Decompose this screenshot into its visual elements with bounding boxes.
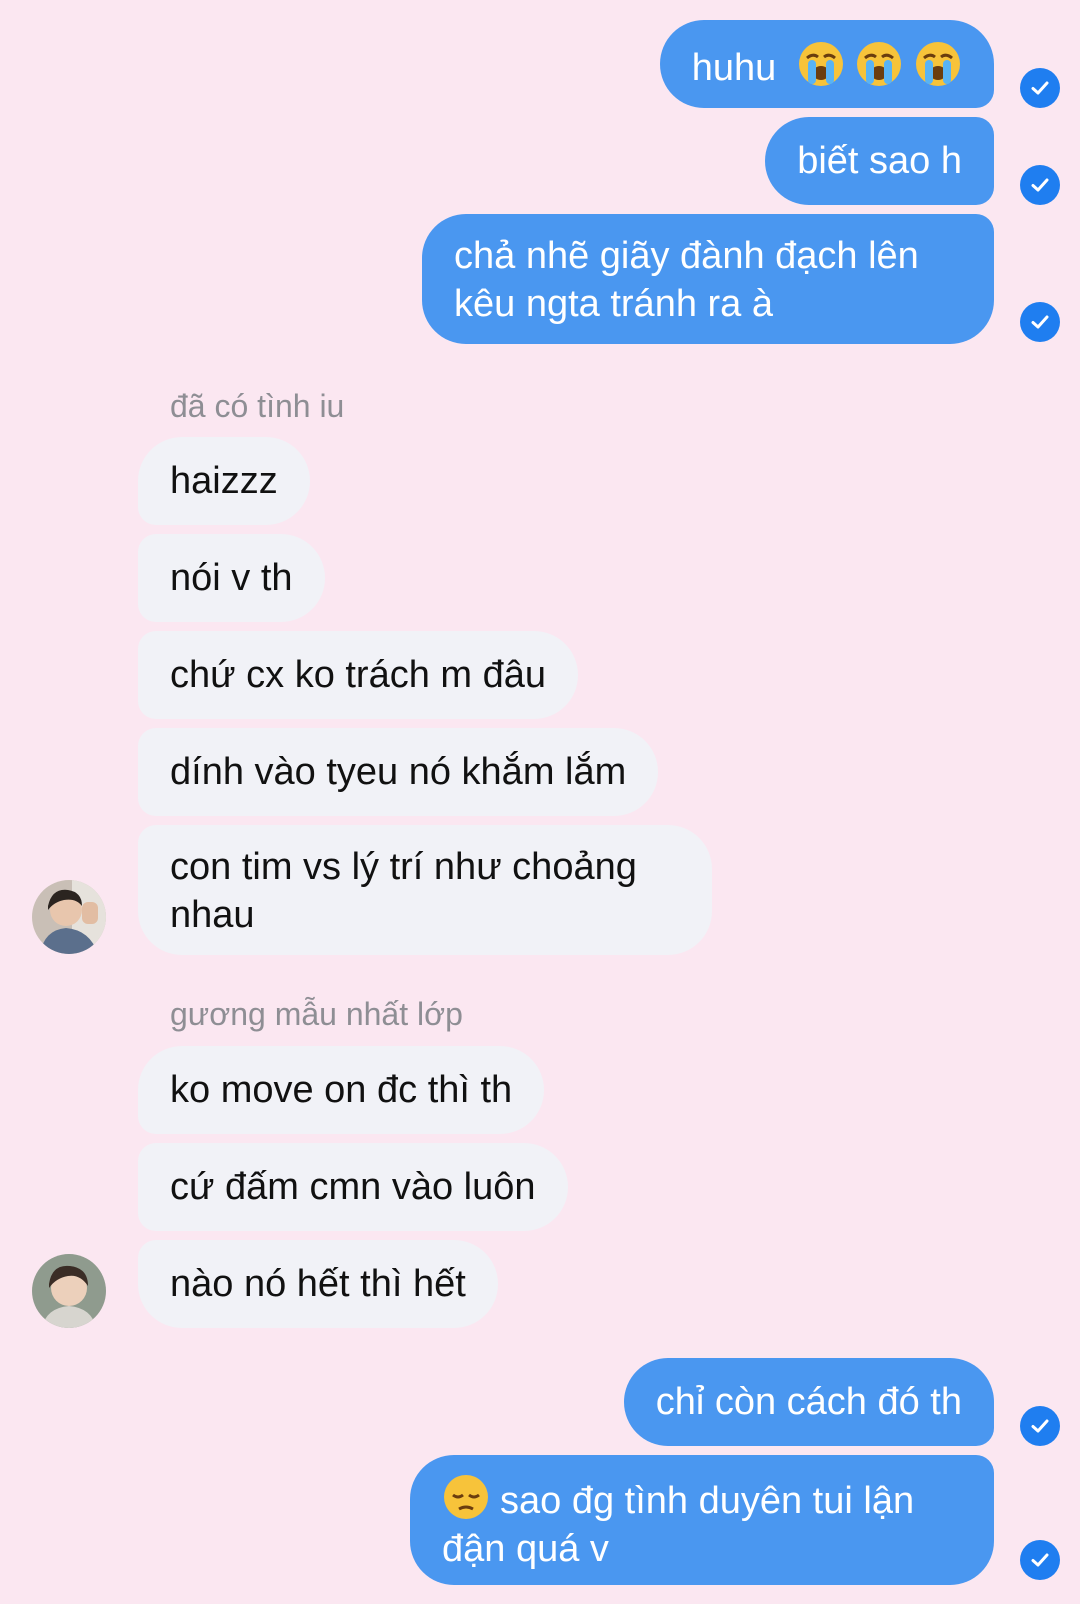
read-check-icon [1020, 1406, 1060, 1446]
message-text: chỉ còn cách đó th [655, 1381, 962, 1423]
outgoing-message[interactable]: biết sao h [765, 117, 994, 205]
incoming-message[interactable]: chứ cx ko trách m đâu [138, 631, 579, 719]
message-text: chả nhẽ giãy đành đạch lên kêu ngta trán… [454, 235, 919, 325]
pensive-face-emoji [442, 1473, 490, 1521]
crying-face-emoji [797, 40, 845, 88]
incoming-message[interactable]: ko move on đc thì th [138, 1046, 545, 1134]
outgoing-message[interactable]: chả nhẽ giãy đành đạch lên kêu ngta trán… [422, 214, 994, 344]
crying-face-emoji [914, 40, 962, 88]
message-text: haizzz [170, 460, 278, 502]
incoming-message[interactable]: con tim vs lý trí như choảng nhau [138, 825, 712, 955]
avatar[interactable] [32, 880, 106, 954]
avatar[interactable] [32, 1254, 106, 1328]
read-check-icon [1020, 68, 1060, 108]
incoming-message[interactable]: dính vào tyeu nó khắm lắm [138, 728, 659, 816]
message-text: sao đg tình duyên tui lận đận quá v [442, 1480, 915, 1570]
message-text: biết sao h [797, 140, 962, 182]
message-text: cứ đấm cmn vào luôn [170, 1166, 536, 1208]
message-text: ko move on đc thì th [170, 1069, 513, 1111]
sender-name: gương mẫu nhất lớp [170, 996, 463, 1032]
incoming-message[interactable]: nào nó hết thì hết [138, 1240, 498, 1328]
incoming-message[interactable]: cứ đấm cmn vào luôn [138, 1143, 568, 1231]
read-check-icon [1020, 302, 1060, 342]
message-text: huhu [691, 47, 777, 89]
message-text: nói v th [170, 557, 293, 599]
read-check-icon [1020, 165, 1060, 205]
sender-name: đã có tình iu [170, 388, 345, 424]
outgoing-message[interactable]: huhu [659, 20, 994, 108]
message-text: dính vào tyeu nó khắm lắm [170, 751, 627, 793]
chat-thread: huhu biết sao h chả nhẽ giãy đành đạch l… [0, 0, 1080, 1604]
outgoing-message[interactable]: chỉ còn cách đó th [623, 1358, 994, 1446]
read-check-icon [1020, 1540, 1060, 1580]
message-text: nào nó hết thì hết [170, 1263, 466, 1305]
incoming-message[interactable]: haizzz [138, 437, 310, 525]
message-text: chứ cx ko trách m đâu [170, 654, 547, 696]
outgoing-message[interactable]: sao đg tình duyên tui lận đận quá v [410, 1455, 994, 1585]
incoming-message[interactable]: nói v th [138, 534, 325, 622]
crying-face-emoji [855, 40, 903, 88]
message-text: con tim vs lý trí như choảng nhau [170, 846, 637, 936]
